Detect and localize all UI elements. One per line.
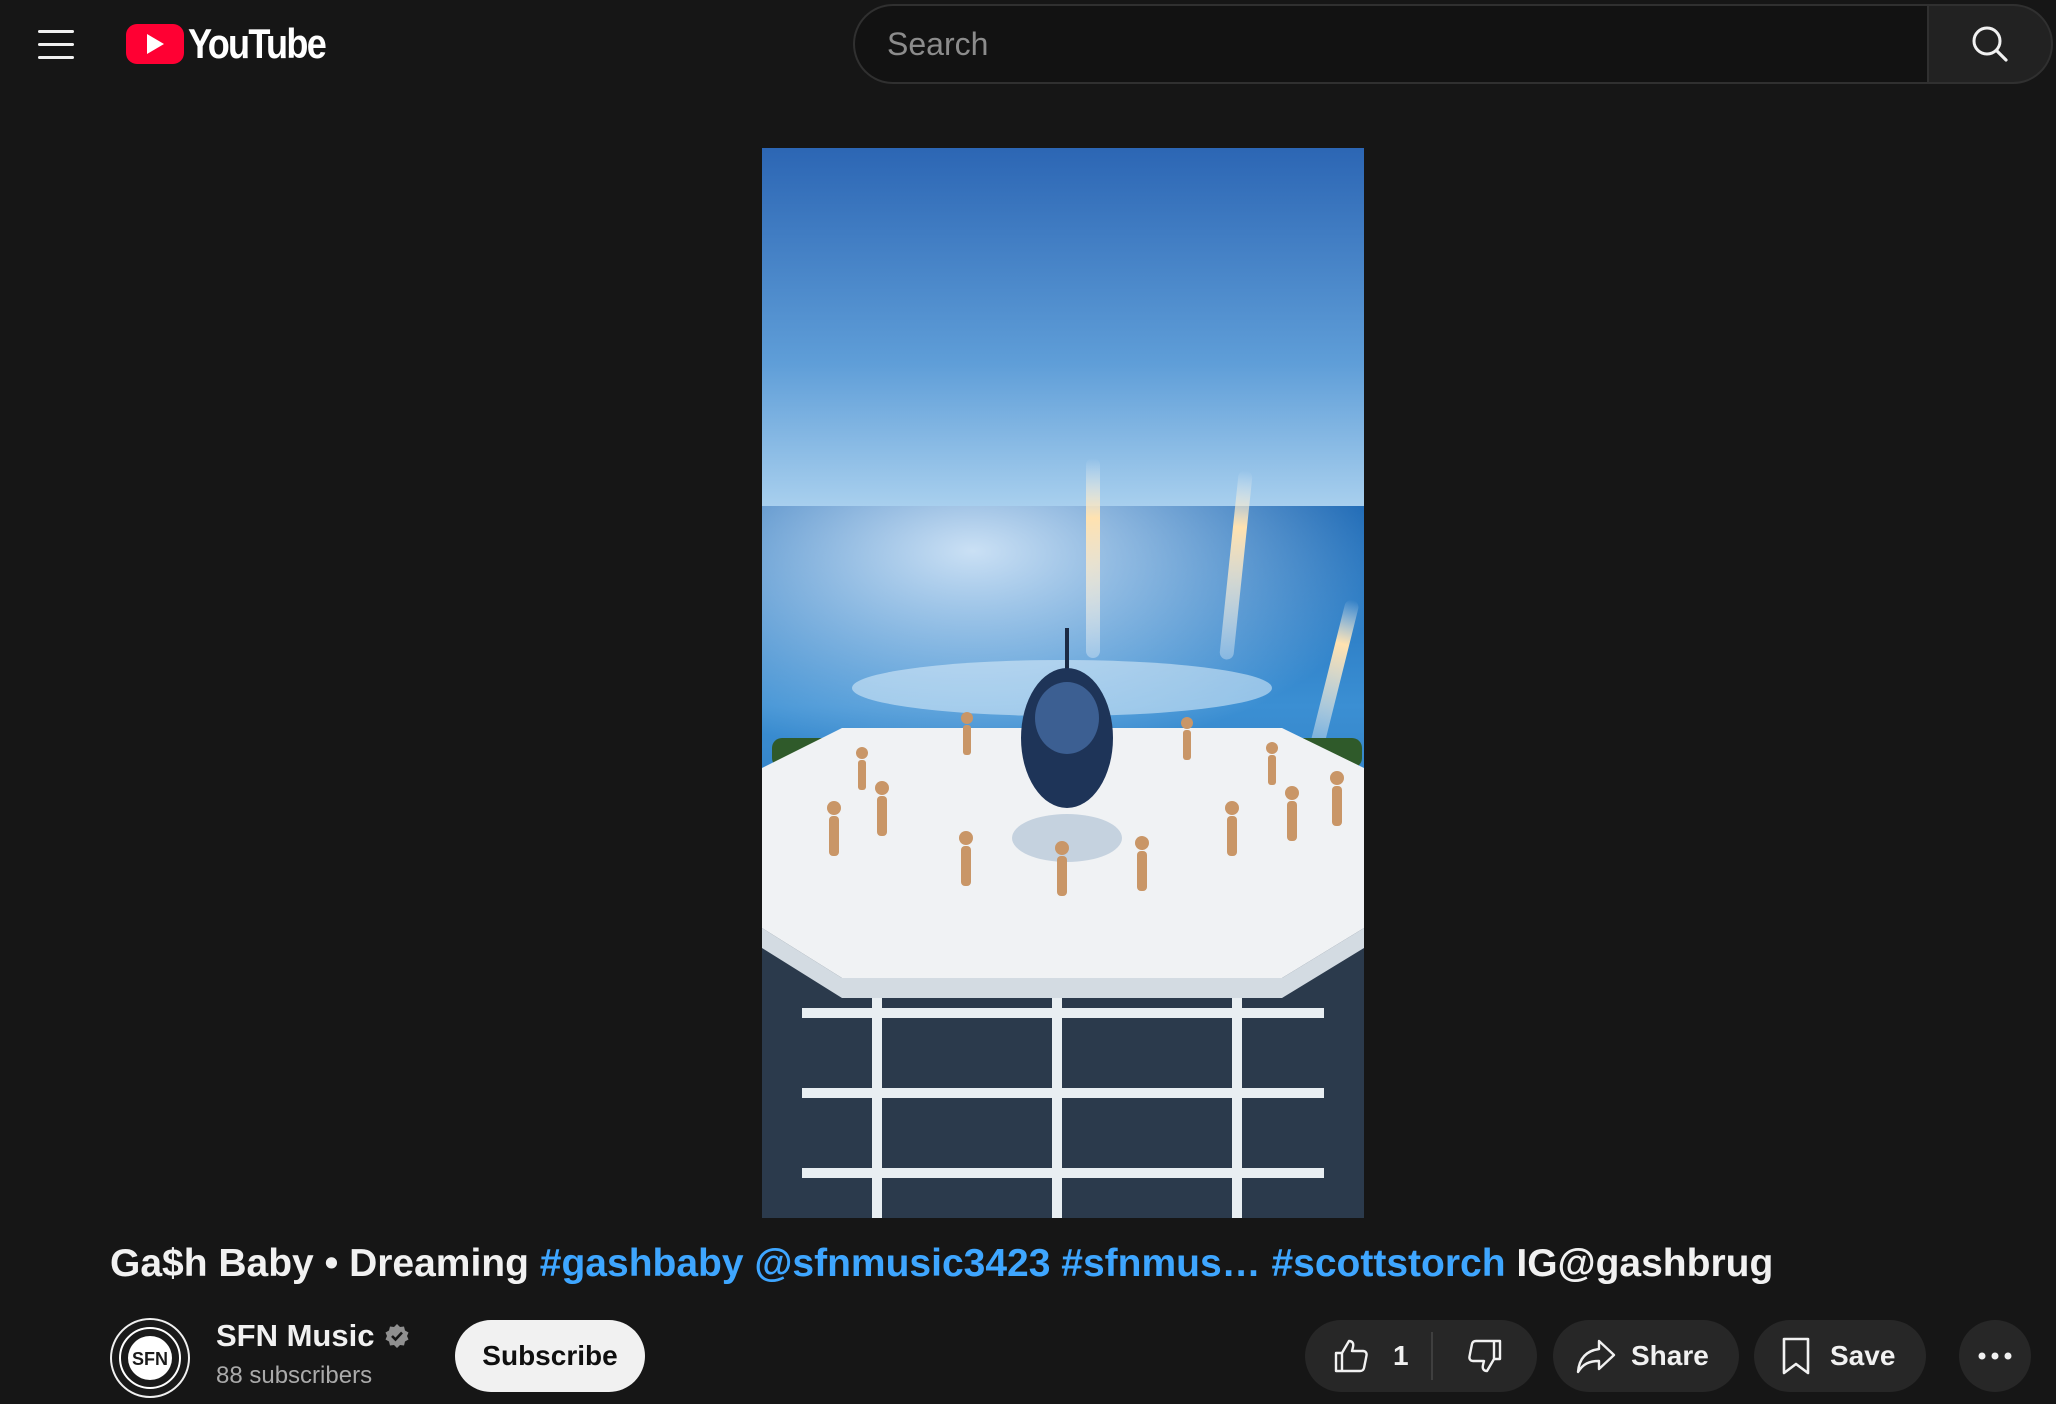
- video-title-text: Ga$h Baby • Dreaming: [110, 1242, 529, 1285]
- channel-name-text: SFN Music: [216, 1318, 375, 1353]
- video-title: Ga$h Baby • Dreaming #gashbaby @sfnmusic…: [110, 1242, 2010, 1298]
- thumbs-down-icon: [1468, 1339, 1502, 1373]
- save-button[interactable]: Save: [1754, 1320, 1926, 1392]
- hashtag-link[interactable]: #scottstorch: [1271, 1242, 1505, 1285]
- subscriber-count: 88 subscribers: [216, 1362, 373, 1389]
- save-label: Save: [1830, 1340, 1896, 1371]
- owner-row: SFN SFN Music 88 subscribers Subscribe 1…: [110, 1314, 2031, 1398]
- youtube-logo[interactable]: YouTube: [126, 20, 347, 68]
- search-icon: [1972, 26, 2008, 62]
- youtube-play-icon: [126, 24, 184, 64]
- dislike-button[interactable]: [1433, 1320, 1537, 1392]
- search-input[interactable]: [853, 4, 1927, 84]
- menu-icon-bar: [38, 55, 74, 59]
- guide-menu-button[interactable]: [26, 16, 86, 72]
- sfn-logo-icon: SFN: [112, 1320, 188, 1396]
- subscribe-button[interactable]: Subscribe: [455, 1320, 645, 1392]
- video-frame: [762, 148, 1364, 1218]
- video-title-tail: IG@gashbrug: [1516, 1242, 1774, 1285]
- verified-icon: [385, 1324, 409, 1348]
- like-button[interactable]: 1: [1305, 1320, 1431, 1392]
- menu-icon-bar: [38, 42, 74, 46]
- masthead: YouTube: [0, 0, 2056, 88]
- hashtag-link[interactable]: #gashbaby: [540, 1242, 744, 1285]
- channel-avatar[interactable]: SFN: [110, 1318, 190, 1398]
- svg-text:SFN: SFN: [132, 1349, 168, 1369]
- more-actions-button[interactable]: [1959, 1320, 2031, 1392]
- search-box: [853, 4, 2053, 84]
- thumbs-up-icon: [1334, 1339, 1368, 1373]
- mention-link[interactable]: @sfnmusic3423: [754, 1242, 1050, 1285]
- share-icon: [1576, 1339, 1616, 1374]
- search-button[interactable]: [1927, 4, 2053, 84]
- video-player[interactable]: [762, 148, 1364, 1218]
- youtube-wordmark: YouTube: [188, 20, 327, 67]
- share-label: Share: [1631, 1340, 1709, 1371]
- like-dislike-group: 1: [1305, 1320, 1537, 1392]
- share-button[interactable]: Share: [1553, 1320, 1739, 1392]
- bookmark-icon: [1782, 1337, 1810, 1375]
- channel-name[interactable]: SFN Music: [216, 1318, 410, 1354]
- hashtag-link[interactable]: #sfnmus…: [1061, 1242, 1260, 1285]
- more-horizontal-icon: [1978, 1352, 2012, 1360]
- like-count: 1: [1393, 1340, 1409, 1371]
- menu-icon-bar: [38, 29, 74, 33]
